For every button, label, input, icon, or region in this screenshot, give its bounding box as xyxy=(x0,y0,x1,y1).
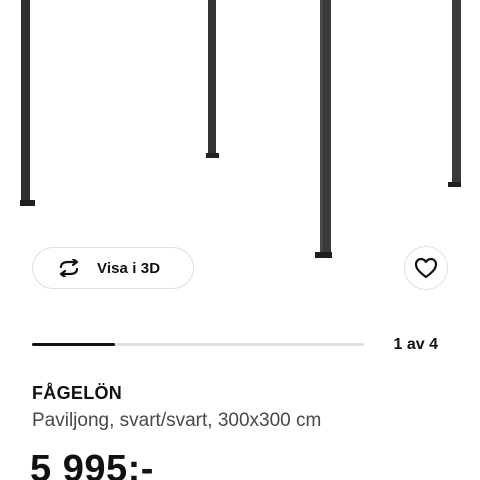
pavilion-post-right xyxy=(448,0,461,187)
image-carousel-counter: 1 av 4 xyxy=(393,336,438,353)
image-carousel-progress-fill xyxy=(32,343,115,346)
view-in-3d-label: Visa i 3D xyxy=(97,259,161,277)
heart-outline-icon xyxy=(414,257,438,279)
product-image[interactable] xyxy=(0,0,480,262)
product-description: Paviljong, svart/svart, 300x300 cm xyxy=(32,410,322,431)
product-name: FÅGELÖN xyxy=(32,383,123,403)
pavilion-post-middle xyxy=(206,0,219,158)
product-price: 5 995:- xyxy=(30,448,154,480)
pavilion-post-left xyxy=(20,0,35,206)
image-carousel-progress[interactable] xyxy=(32,343,364,346)
rotate-arrows-icon xyxy=(55,258,83,278)
view-in-3d-button[interactable]: Visa i 3D xyxy=(32,247,194,289)
pavilion-post-front xyxy=(315,0,332,258)
add-to-favorites-button[interactable] xyxy=(404,246,448,290)
product-page: Visa i 3D 1 av 4 FÅGELÖN Paviljong, svar… xyxy=(0,0,480,480)
